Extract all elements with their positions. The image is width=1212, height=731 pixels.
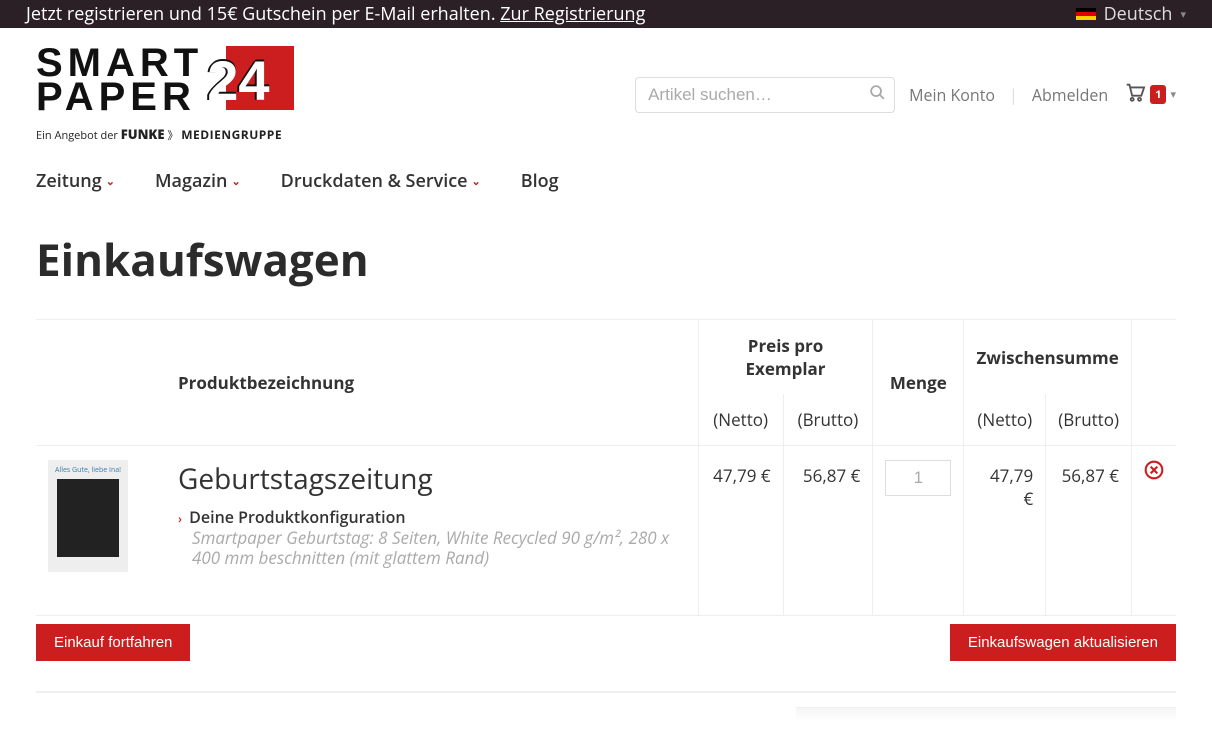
nav-label: Zeitung — [36, 169, 102, 193]
subtotal-brutto: 56,87 € — [1046, 446, 1132, 616]
nav-label: Magazin — [155, 169, 228, 193]
logout-link[interactable]: Abmelden — [1032, 84, 1108, 106]
nav-label: Druckdaten & Service — [281, 169, 468, 193]
cart-row: Alles Gute, liebe Ina! Geburtstagszeitun… — [36, 446, 1176, 616]
promo-link[interactable]: Zur Registrierung — [500, 2, 645, 26]
chevron-down-icon: ▾ — [1180, 7, 1186, 22]
logo[interactable]: SMART PAPER 24 Ein Angebot der FUNKE 》 M… — [36, 46, 294, 143]
search-input[interactable] — [648, 85, 869, 105]
language-label: Deutsch — [1104, 2, 1173, 26]
subtotal-netto: 47,79 € — [964, 446, 1046, 616]
search-icon[interactable] — [869, 84, 886, 106]
cart-table: Produktbezeichnung Preis pro Exemplar Me… — [36, 319, 1176, 693]
col-subtotal: Zwischensumme — [964, 320, 1132, 395]
col-qty: Menge — [873, 320, 964, 446]
cart-icon — [1122, 81, 1146, 108]
price-netto: 47,79 € — [698, 446, 783, 616]
nav-item-druckdaten[interactable]: Druckdaten & Service ⌄ — [281, 169, 481, 193]
remove-item-button[interactable] — [1144, 462, 1164, 485]
col-product: Produktbezeichnung — [166, 320, 698, 446]
chevron-down-icon: ⌄ — [106, 174, 115, 189]
thumb-image — [57, 479, 119, 557]
col-sub-netto: (Netto) — [964, 394, 1046, 446]
search-box[interactable] — [635, 77, 895, 113]
mini-cart[interactable]: 1 ▾ — [1122, 81, 1176, 108]
col-brutto: (Brutto) — [783, 394, 873, 446]
continue-shopping-button[interactable]: Einkauf fortfahren — [36, 624, 190, 661]
nav-label: Blog — [521, 169, 559, 193]
col-sub-brutto: (Brutto) — [1046, 394, 1132, 446]
divider: | — [1009, 84, 1018, 106]
col-netto: (Netto) — [698, 394, 783, 446]
header: SMART PAPER 24 Ein Angebot der FUNKE 》 M… — [36, 28, 1176, 151]
chevron-down-icon: ⌄ — [231, 174, 240, 189]
caret-right-icon: › — [178, 510, 182, 527]
flag-germany-icon — [1076, 8, 1096, 21]
page-title: Einkaufswagen — [36, 205, 1176, 319]
cart-actions: Einkauf fortfahren Einkaufswagen aktuali… — [36, 616, 1176, 692]
footer-shadow — [36, 707, 1176, 731]
nav-item-blog[interactable]: Blog — [521, 169, 559, 193]
quantity-input[interactable] — [885, 460, 951, 496]
logo-subtitle: Ein Angebot der FUNKE 》 MEDIENGRUPPE — [36, 125, 294, 143]
config-toggle[interactable]: › Deine Produktkonfiguration — [178, 506, 686, 528]
thumb-caption: Alles Gute, liebe Ina! — [55, 466, 121, 475]
config-label-text: Deine Produktkonfiguration — [189, 506, 405, 528]
cart-count-badge: 1 — [1150, 85, 1166, 104]
language-switcher[interactable]: Deutsch ▾ — [1076, 2, 1186, 26]
config-detail: Smartpaper Geburtstag: 8 Seiten, White R… — [192, 528, 686, 569]
my-account-link[interactable]: Mein Konto — [909, 84, 995, 106]
promo-text: Jetzt registrieren und 15€ Gutschein per… — [26, 2, 645, 26]
chevron-down-icon: ▾ — [1170, 87, 1176, 102]
nav-item-zeitung[interactable]: Zeitung ⌄ — [36, 169, 115, 193]
promo-banner: Jetzt registrieren und 15€ Gutschein per… — [0, 0, 1212, 28]
logo-text-line2: PAPER — [36, 80, 203, 114]
promo-text-content: Jetzt registrieren und 15€ Gutschein per… — [26, 2, 500, 26]
nav-item-magazin[interactable]: Magazin ⌄ — [155, 169, 241, 193]
update-cart-button[interactable]: Einkaufswagen aktualisieren — [950, 624, 1176, 661]
logo-24-icon: 24 — [209, 46, 294, 119]
price-brutto: 56,87 € — [783, 446, 873, 616]
product-name[interactable]: Geburtstagszeitung — [178, 460, 686, 498]
col-price-per-copy: Preis pro Exemplar — [698, 320, 873, 395]
main-nav: Zeitung ⌄ Magazin ⌄ Druckdaten & Service… — [36, 151, 1176, 205]
product-thumbnail[interactable]: Alles Gute, liebe Ina! — [48, 460, 128, 572]
chevron-down-icon: ⌄ — [472, 174, 481, 189]
